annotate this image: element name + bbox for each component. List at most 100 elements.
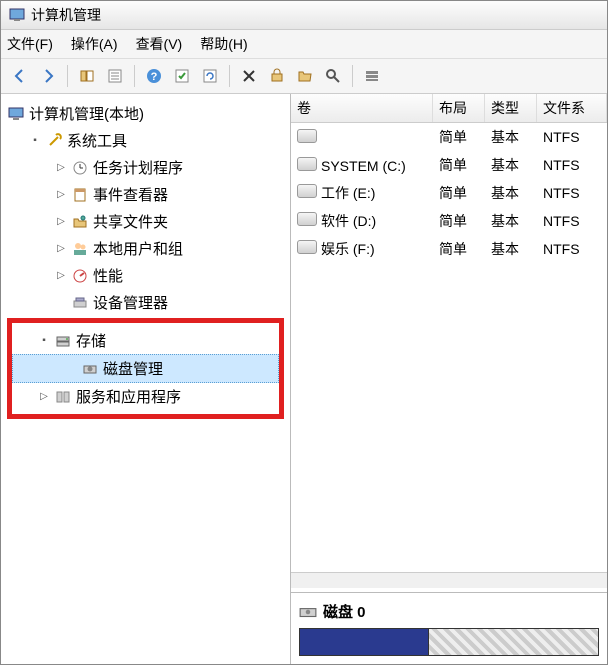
volume-row[interactable]: 简单基本NTFS <box>291 123 607 151</box>
event-icon <box>71 186 89 204</box>
volume-name: 工作 (E:) <box>321 185 375 201</box>
tree-disk-management[interactable]: 磁盘管理 <box>12 354 279 383</box>
volume-layout: 简单 <box>433 153 485 177</box>
expand-icon[interactable]: ▷ <box>55 189 67 201</box>
titlebar: 计算机管理 <box>1 1 607 30</box>
list-button[interactable] <box>359 63 385 89</box>
highlight-annotation: ▪ 存储 磁盘管理 ▷ 服务和应用程序 <box>7 318 284 419</box>
volume-layout: 简单 <box>433 181 485 205</box>
volume-row[interactable]: SYSTEM (C:) 简单基本NTFS <box>291 151 607 179</box>
expand-icon[interactable]: ▷ <box>38 391 50 403</box>
volume-layout: 简单 <box>433 237 485 261</box>
tree-shared-folders[interactable]: ▷ 共享文件夹 <box>3 208 288 235</box>
volume-list: 简单基本NTFSSYSTEM (C:)简单基本NTFS工作 (E:)简单基本NT… <box>291 123 607 572</box>
tree-performance[interactable]: ▷ 性能 <box>3 262 288 289</box>
collapse-icon[interactable]: ▪ <box>29 135 41 147</box>
refresh-button[interactable] <box>197 63 223 89</box>
forward-button[interactable] <box>35 63 61 89</box>
svg-text:?: ? <box>151 71 158 83</box>
tree-event-viewer[interactable]: ▷ 事件查看器 <box>3 181 288 208</box>
volume-fs: NTFS <box>537 127 607 147</box>
action-button[interactable] <box>169 63 195 89</box>
disk-label: 磁盘 0 <box>323 601 366 622</box>
volume-name: SYSTEM (C:) <box>321 158 406 174</box>
drive-icon <box>297 184 317 198</box>
delete-button[interactable] <box>236 63 262 89</box>
col-volume[interactable]: 卷 <box>291 94 433 122</box>
volume-type: 基本 <box>485 181 537 205</box>
separator <box>352 65 353 87</box>
tree-services-apps[interactable]: ▷ 服务和应用程序 <box>12 383 279 410</box>
volume-row[interactable]: 工作 (E:) 简单基本NTFS <box>291 179 607 207</box>
volume-type: 基本 <box>485 153 537 177</box>
volume-name: 软件 (D:) <box>321 213 376 229</box>
volume-fs: NTFS <box>537 183 607 203</box>
disk-icon <box>81 360 99 378</box>
expand-icon[interactable]: ▷ <box>55 243 67 255</box>
volume-row[interactable]: 娱乐 (F:)简单基本NTFS <box>291 235 607 263</box>
collapse-icon[interactable]: ▪ <box>38 335 50 347</box>
services-icon <box>54 388 72 406</box>
volume-panel: 卷 布局 类型 文件系 简单基本NTFSSYSTEM (C:)简单基本NTFS工… <box>291 94 607 664</box>
tree-label: 磁盘管理 <box>103 358 163 379</box>
expand-icon[interactable]: ▷ <box>55 216 67 228</box>
disk-partition-other[interactable] <box>429 628 599 656</box>
show-hide-tree-button[interactable] <box>74 63 100 89</box>
volume-layout: 简单 <box>433 209 485 233</box>
menu-file[interactable]: 文件(F) <box>7 34 53 54</box>
computer-icon <box>7 105 25 123</box>
window-title: 计算机管理 <box>31 5 101 25</box>
expand-icon[interactable]: ▷ <box>55 162 67 174</box>
settings-button[interactable] <box>264 63 290 89</box>
menu-action[interactable]: 操作(A) <box>71 34 118 54</box>
disk-label-row: 磁盘 0 <box>299 601 599 622</box>
horizontal-scrollbar[interactable] <box>291 572 607 588</box>
col-layout[interactable]: 布局 <box>433 94 485 122</box>
tree-panel: 计算机管理(本地) ▪ 系统工具 ▷ 任务计划程序 ▷ 事件查看器 ▷ 共享文件 <box>1 94 291 664</box>
tree-label: 本地用户和组 <box>93 238 183 259</box>
volume-fs: NTFS <box>537 239 607 259</box>
tree-local-users[interactable]: ▷ 本地用户和组 <box>3 235 288 262</box>
disk-partition-primary[interactable] <box>299 628 429 656</box>
disk-graph-panel: 磁盘 0 <box>291 592 607 664</box>
performance-icon <box>71 267 89 285</box>
volume-layout: 简单 <box>433 125 485 149</box>
menubar: 文件(F) 操作(A) 查看(V) 帮助(H) <box>1 30 607 59</box>
disk-partition-bar <box>299 628 599 656</box>
drive-icon <box>297 157 317 171</box>
volume-fs: NTFS <box>537 155 607 175</box>
tree-label: 任务计划程序 <box>93 157 183 178</box>
tree-label: 性能 <box>93 265 123 286</box>
help-button[interactable]: ? <box>141 63 167 89</box>
find-button[interactable] <box>320 63 346 89</box>
open-button[interactable] <box>292 63 318 89</box>
disk-icon <box>299 603 317 621</box>
tree-system-tools[interactable]: ▪ 系统工具 <box>3 127 288 154</box>
tree-storage[interactable]: ▪ 存储 <box>12 327 279 354</box>
volume-type: 基本 <box>485 209 537 233</box>
tree-label: 计算机管理(本地) <box>29 103 144 124</box>
properties-button[interactable] <box>102 63 128 89</box>
app-icon <box>9 7 25 23</box>
computer-management-window: 计算机管理 文件(F) 操作(A) 查看(V) 帮助(H) ? 计算机管理(本地… <box>0 0 608 665</box>
separator <box>67 65 68 87</box>
blank-icon <box>65 363 77 375</box>
tree-label: 存储 <box>76 330 106 351</box>
tree-label: 设备管理器 <box>93 292 168 313</box>
tree-device-manager[interactable]: 设备管理器 <box>3 289 288 316</box>
col-filesystem[interactable]: 文件系 <box>537 94 607 122</box>
tree-task-scheduler[interactable]: ▷ 任务计划程序 <box>3 154 288 181</box>
tools-icon <box>45 132 63 150</box>
col-type[interactable]: 类型 <box>485 94 537 122</box>
menu-help[interactable]: 帮助(H) <box>200 34 247 54</box>
back-button[interactable] <box>7 63 33 89</box>
tree-label: 共享文件夹 <box>93 211 168 232</box>
tree-root[interactable]: 计算机管理(本地) <box>3 100 288 127</box>
clock-icon <box>71 159 89 177</box>
menu-view[interactable]: 查看(V) <box>136 34 183 54</box>
volume-type: 基本 <box>485 237 537 261</box>
volume-row[interactable]: 软件 (D:)简单基本NTFS <box>291 207 607 235</box>
expand-icon[interactable]: ▷ <box>55 270 67 282</box>
drive-icon <box>297 129 317 143</box>
list-header: 卷 布局 类型 文件系 <box>291 94 607 123</box>
